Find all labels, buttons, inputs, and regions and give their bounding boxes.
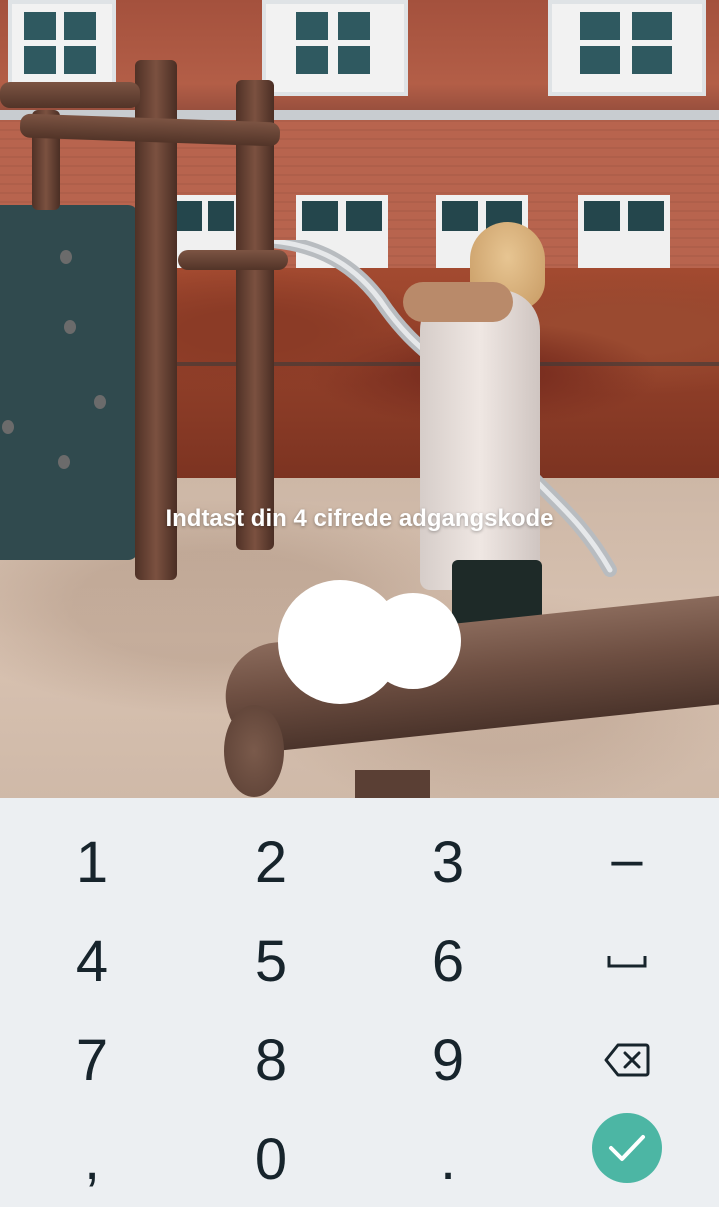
key-6[interactable]: 6 [368,915,528,1007]
key-9[interactable]: 9 [368,1014,528,1106]
key-1[interactable]: 1 [12,816,172,908]
numeric-keypad: 1 2 3 – 4 5 6 7 8 9 , 0 . [0,798,719,1207]
key-comma[interactable]: , [12,1113,172,1205]
key-minus[interactable]: – [547,812,707,904]
key-2[interactable]: 2 [191,816,351,908]
key-period[interactable]: . [368,1113,528,1205]
key-3[interactable]: 3 [368,816,528,908]
confirm-button[interactable] [592,1113,662,1183]
space-key-icon [607,956,647,968]
pin-entry-screen: Indtast din 4 cifrede adgangskode 1 2 3 … [0,0,719,1207]
pin-prompt-label: Indtast din 4 cifrede adgangskode [165,505,554,532]
key-7[interactable]: 7 [12,1014,172,1106]
key-4[interactable]: 4 [12,915,172,1007]
checkmark-icon [609,1135,645,1161]
key-8[interactable]: 8 [191,1014,351,1106]
pin-indicator [0,580,719,704]
key-5[interactable]: 5 [191,915,351,1007]
space-key[interactable] [547,915,707,1007]
key-0[interactable]: 0 [191,1113,351,1205]
backspace-icon [604,1043,650,1077]
backspace-key[interactable] [547,1014,707,1106]
pin-dot [365,593,461,689]
